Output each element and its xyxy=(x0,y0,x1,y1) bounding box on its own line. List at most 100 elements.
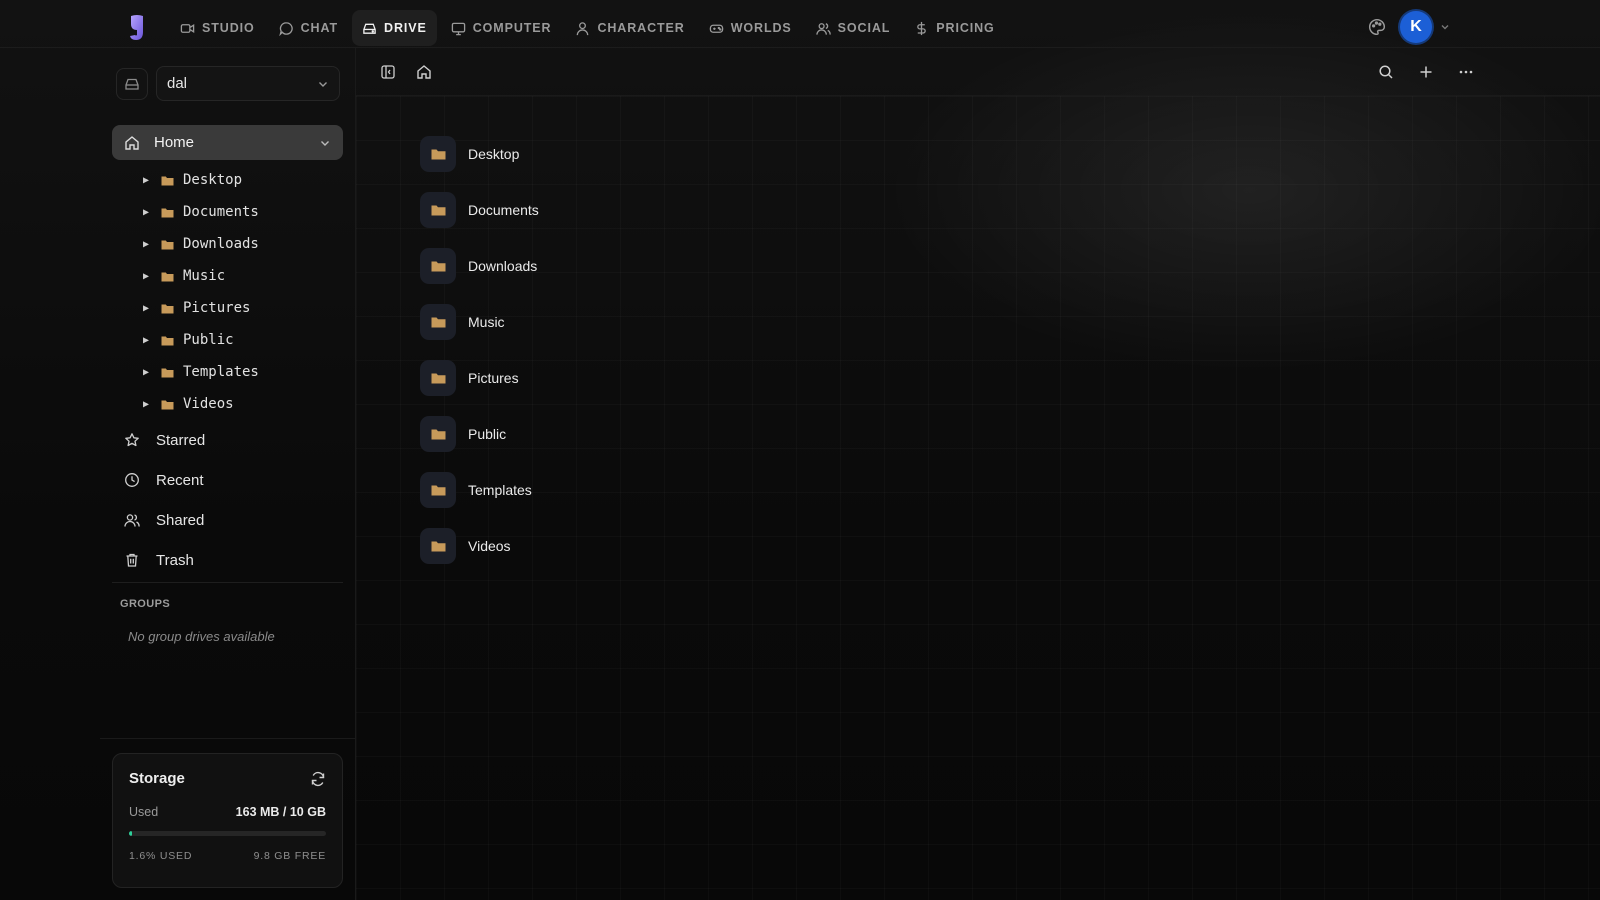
refresh-icon[interactable] xyxy=(310,771,326,787)
tree-item-templates[interactable]: ▶ Templates xyxy=(140,356,340,388)
palette-icon[interactable] xyxy=(1368,18,1386,36)
folder-tile xyxy=(420,304,456,340)
plus-icon xyxy=(1420,66,1432,78)
tree-item-downloads[interactable]: ▶ Downloads xyxy=(140,228,340,260)
sidebar-item-recent[interactable]: Recent xyxy=(112,460,343,500)
file-row-videos[interactable]: Videos xyxy=(420,518,539,574)
tree-item-label: Desktop xyxy=(183,172,243,188)
nav-computer-label: COMPUTER xyxy=(472,21,552,35)
file-row-documents[interactable]: Documents xyxy=(420,182,539,238)
file-name: Pictures xyxy=(468,370,519,386)
folder-icon xyxy=(161,272,174,281)
star-icon xyxy=(125,433,139,447)
user-avatar[interactable]: K xyxy=(1400,11,1432,43)
tree-item-label: Downloads xyxy=(183,236,259,252)
trash-icon xyxy=(126,553,138,567)
chevron-down-icon[interactable] xyxy=(319,137,331,149)
file-row-music[interactable]: Music xyxy=(420,294,539,350)
storage-free: 9.8 GB FREE xyxy=(253,850,326,862)
file-name: Public xyxy=(468,426,507,442)
storage-percent-used: 1.6% USED xyxy=(129,850,193,862)
tree-item-label: Public xyxy=(183,332,234,348)
nav-studio[interactable]: STUDIO xyxy=(170,10,265,46)
folder-icon xyxy=(431,373,445,384)
file-name: Desktop xyxy=(468,146,520,162)
file-row-downloads[interactable]: Downloads xyxy=(420,238,539,294)
drive-icon xyxy=(125,78,139,90)
folder-icon xyxy=(161,400,174,409)
add-button[interactable] xyxy=(1416,62,1436,82)
folder-icon xyxy=(431,149,445,160)
expand-arrow-icon[interactable]: ▶ xyxy=(140,271,152,282)
folder-icon xyxy=(431,317,445,328)
nav-worlds[interactable]: WORLDS xyxy=(699,10,802,46)
more-options-button[interactable] xyxy=(1456,62,1476,82)
nav-pricing-label: PRICING xyxy=(936,21,995,35)
video-icon xyxy=(180,23,195,33)
file-name: Templates xyxy=(468,482,532,498)
sidebar-item-shared[interactable]: Shared xyxy=(112,500,343,540)
tree-item-public[interactable]: ▶ Public xyxy=(140,324,340,356)
tree-item-pictures[interactable]: ▶ Pictures xyxy=(140,292,340,324)
nav-chat[interactable]: CHAT xyxy=(269,10,348,46)
chevron-down-icon xyxy=(319,81,327,87)
tree-item-label: Templates xyxy=(183,364,259,380)
tree-item-music[interactable]: ▶ Music xyxy=(140,260,340,292)
expand-arrow-icon[interactable]: ▶ xyxy=(140,239,152,250)
drive-select-value: dal xyxy=(167,75,188,92)
folder-icon xyxy=(431,429,445,440)
home-button[interactable] xyxy=(414,62,434,82)
sidebar-item-trash[interactable]: Trash xyxy=(112,540,343,580)
file-row-pictures[interactable]: Pictures xyxy=(420,350,539,406)
sidebar: dal Home ▶ Desktop ▶ Documents ▶ Downloa… xyxy=(100,48,356,900)
home-icon xyxy=(125,135,139,150)
folder-tile xyxy=(420,192,456,228)
tree-item-label: Documents xyxy=(183,204,259,220)
file-name: Music xyxy=(468,314,505,330)
expand-arrow-icon[interactable]: ▶ xyxy=(140,399,152,410)
file-row-templates[interactable]: Templates xyxy=(420,462,539,518)
expand-arrow-icon[interactable]: ▶ xyxy=(140,367,152,378)
sidebar-item-home[interactable]: Home xyxy=(112,125,343,160)
drive-toggle-button[interactable] xyxy=(116,68,148,100)
storage-progress-bar xyxy=(129,831,326,836)
nav-pricing[interactable]: PRICING xyxy=(904,10,1004,46)
folder-tile xyxy=(420,136,456,172)
users-icon xyxy=(815,22,831,35)
nav-chat-label: CHAT xyxy=(300,21,339,35)
nav-computer[interactable]: COMPUTER xyxy=(441,10,562,46)
expand-arrow-icon[interactable]: ▶ xyxy=(140,303,152,314)
sidebar-item-starred[interactable]: Starred xyxy=(112,420,343,460)
folder-tile xyxy=(420,416,456,452)
expand-arrow-icon[interactable]: ▶ xyxy=(140,335,152,346)
expand-arrow-icon[interactable]: ▶ xyxy=(140,175,152,186)
file-row-desktop[interactable]: Desktop xyxy=(420,126,539,182)
nav-social-label: SOCIAL xyxy=(837,21,891,35)
storage-divider xyxy=(100,738,356,739)
ellipsis-icon xyxy=(1459,70,1473,74)
top-navigation: STUDIO CHAT DRIVE COMPUTER CHARACTER WOR… xyxy=(0,0,1600,48)
file-name: Documents xyxy=(468,202,539,218)
app-logo-icon[interactable] xyxy=(127,14,147,42)
search-button[interactable] xyxy=(1376,62,1396,82)
file-row-public[interactable]: Public xyxy=(420,406,539,462)
nav-drive[interactable]: DRIVE xyxy=(352,10,437,46)
nav-drive-label: DRIVE xyxy=(384,21,427,35)
storage-progress-fill xyxy=(129,831,133,836)
sidebar-item-label: Starred xyxy=(156,431,206,449)
file-name: Videos xyxy=(468,538,511,554)
nav-social[interactable]: SOCIAL xyxy=(806,10,901,46)
folder-icon xyxy=(161,208,174,217)
toggle-sidebar-button[interactable] xyxy=(378,62,398,82)
chevron-down-icon[interactable] xyxy=(1440,22,1450,32)
folder-tile xyxy=(420,248,456,284)
tree-item-documents[interactable]: ▶ Documents xyxy=(140,196,340,228)
expand-arrow-icon[interactable]: ▶ xyxy=(140,207,152,218)
drive-select[interactable]: dal xyxy=(156,66,340,101)
sidebar-item-home-label: Home xyxy=(154,134,195,151)
tree-item-videos[interactable]: ▶ Videos xyxy=(140,388,340,420)
tree-item-label: Videos xyxy=(183,396,234,412)
nav-character[interactable]: CHARACTER xyxy=(565,10,694,46)
tree-item-desktop[interactable]: ▶ Desktop xyxy=(140,164,340,196)
storage-used-value: 163 MB / 10 GB xyxy=(235,805,326,819)
